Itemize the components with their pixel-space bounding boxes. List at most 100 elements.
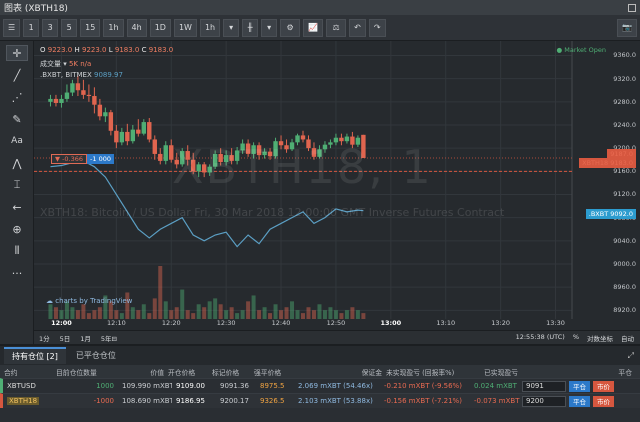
candle-body xyxy=(114,130,119,143)
header-value[interactable]: 价值 xyxy=(118,367,164,377)
interval-1-button[interactable]: 1 xyxy=(23,18,40,37)
candle-body xyxy=(59,98,64,103)
range-5y-button[interactable]: 5年⊟ xyxy=(96,333,122,343)
interval-1d-button[interactable]: 1D xyxy=(149,18,171,37)
header-liq[interactable]: 强平价格 xyxy=(250,367,302,377)
interval-3-button[interactable]: 3 xyxy=(42,18,59,37)
pattern-tool-icon[interactable]: ⋀ xyxy=(6,155,28,171)
limit-close-button[interactable]: 平仓 xyxy=(569,395,590,407)
margin-edit-link[interactable]: 2.103 mXBT (53.88x) xyxy=(294,397,380,405)
interval-15-button[interactable]: 15 xyxy=(80,18,101,37)
volume-bar xyxy=(86,313,91,319)
range-5d-button[interactable]: 5日 xyxy=(55,333,76,343)
candle-body xyxy=(53,98,59,103)
brush-tool-icon[interactable]: ✎ xyxy=(6,111,28,127)
expand-icon[interactable]: ⤢ xyxy=(628,351,634,361)
price-chart[interactable]: XBTH18, 1 XBTH18: Bitcoin / US Dollar Fr… xyxy=(34,41,640,344)
back-arrow-icon[interactable]: ← xyxy=(6,199,28,215)
table-row[interactable]: XBTUSD 1000 109.990 mXBT 9109.00 9091.36… xyxy=(0,378,640,393)
price-tick-label: 9280.0 xyxy=(613,97,636,106)
window-title: 图表 (XBTH18) xyxy=(4,4,68,14)
interval-1w-button[interactable]: 1W xyxy=(173,18,197,37)
tradingview-logo[interactable]: ☁ charts by TradingView xyxy=(46,297,132,305)
candle-body xyxy=(141,122,146,134)
range-1m-button[interactable]: 1月 xyxy=(75,333,96,343)
limit-close-button[interactable]: 平仓 xyxy=(569,380,590,392)
header-qty[interactable]: 目前仓位数量 xyxy=(52,367,118,377)
header-symbol[interactable]: 合约 xyxy=(0,367,52,377)
indicators-icon[interactable]: 📈 xyxy=(303,18,324,37)
position-pnl: ▼ -0.366 xyxy=(51,154,88,164)
time-tick-label: 12:40 xyxy=(271,319,291,327)
measure-tool-icon[interactable]: ⌶ xyxy=(6,177,28,193)
volume-bar xyxy=(70,307,75,319)
volume-bar xyxy=(48,304,53,319)
camera-icon[interactable]: 📷 xyxy=(617,18,637,37)
range-1d-button[interactable]: 1分 xyxy=(34,333,55,343)
volume-bar xyxy=(180,289,185,319)
close-price-input[interactable]: 9091 xyxy=(522,380,566,392)
tab-open-positions[interactable]: 持有仓位 [2] xyxy=(4,347,66,364)
header-close[interactable]: 平仓 xyxy=(530,367,640,377)
volume-bar xyxy=(163,301,168,319)
index-price-tag: .BXBT 9092.0 xyxy=(585,209,636,219)
more-tools-icon[interactable]: ··· xyxy=(6,265,28,281)
candlestick-type-icon[interactable]: ╫ xyxy=(242,18,259,37)
crosshair-tool-icon[interactable]: ✛ xyxy=(6,45,28,61)
trend-line-tool-icon[interactable]: ╱ xyxy=(6,67,28,83)
candle-body xyxy=(130,129,136,142)
volume-bar xyxy=(53,307,58,319)
redo-icon[interactable]: ↷ xyxy=(368,18,386,37)
volume-bar xyxy=(284,307,289,319)
price-tick-label: 9040.0 xyxy=(613,236,636,245)
compare-scale-icon[interactable]: ⚖ xyxy=(326,18,347,37)
interval-5-button[interactable]: 5 xyxy=(61,18,78,37)
volume-bar xyxy=(295,310,300,319)
header-entry[interactable]: 开仓价格 xyxy=(164,367,208,377)
time-tick-label: 13:00 xyxy=(380,319,402,327)
interval-1h-button[interactable]: 1h xyxy=(103,18,124,37)
header-realised[interactable]: 已实现盈亏 xyxy=(480,367,530,377)
undo-icon[interactable]: ↶ xyxy=(349,18,366,37)
candle-body xyxy=(75,83,81,91)
maximize-icon[interactable] xyxy=(628,3,636,12)
volume-legend[interactable]: 成交量 ▾ 5K n/a xyxy=(40,59,91,69)
interval-dropdown-button[interactable]: 1h xyxy=(199,18,221,37)
tab-closed-positions[interactable]: 已平仓仓位 xyxy=(68,347,124,364)
market-close-button[interactable]: 市价 xyxy=(593,395,614,407)
index-legend[interactable]: .BXBT, BITMEX 9089.97 xyxy=(40,71,123,79)
chart-type-chevron-icon[interactable]: ▾ xyxy=(261,18,278,37)
zoom-in-icon[interactable]: ⊕ xyxy=(6,221,28,237)
utc-clock: 12:55:38 (UTC) xyxy=(515,332,565,341)
crosshair-menu-button[interactable]: ☰ xyxy=(3,18,21,37)
interval-chevron-icon[interactable]: ▾ xyxy=(223,18,240,37)
margin-edit-link[interactable]: 2.069 mXBT (54.46x) xyxy=(294,382,380,390)
candle-body xyxy=(119,131,125,143)
position-line-badge[interactable]: ▼ -0.366 -1 000 xyxy=(51,154,114,164)
volume-bar xyxy=(262,307,267,319)
fibonacci-tool-icon[interactable]: ⋰ xyxy=(6,89,28,105)
price-tick-label: 8920.0 xyxy=(613,306,636,315)
text-tool-icon[interactable]: Aa xyxy=(6,133,28,149)
volume-bar xyxy=(196,304,201,319)
market-close-button[interactable]: 市价 xyxy=(593,380,614,392)
auto-scale-button[interactable]: 自动 xyxy=(621,333,634,343)
window-titlebar: 图表 (XBTH18) xyxy=(0,0,640,15)
candle-body xyxy=(92,96,97,105)
table-row[interactable]: XBTH18 -1000 108.690 mXBT 9186.95 9200.1… xyxy=(0,393,640,408)
price-tick-label: 8960.0 xyxy=(613,283,636,292)
price-tick-label: 9360.0 xyxy=(613,51,636,60)
header-mark[interactable]: 标记价格 xyxy=(208,367,250,377)
header-unrealised[interactable]: 未实现盈亏 (回报率%) xyxy=(382,367,480,377)
close-price-input[interactable]: 9200 xyxy=(522,395,566,407)
interval-4h-button[interactable]: 4h xyxy=(126,18,147,37)
percent-scale-button[interactable]: % xyxy=(573,333,579,343)
description-watermark: XBTH18: Bitcoin / US Dollar Fri, 30 Mar … xyxy=(40,206,505,219)
settings-gear-icon[interactable]: ⚙ xyxy=(280,18,301,37)
symbol-price-tag: XBTH18 9183.0 xyxy=(579,158,636,168)
volume-bar xyxy=(229,307,234,319)
header-margin[interactable]: 保证金 xyxy=(302,367,382,377)
magnet-icon[interactable]: ⫴ xyxy=(6,243,28,259)
log-scale-button[interactable]: 对数坐标 xyxy=(587,333,613,343)
time-tick-label: 12:30 xyxy=(216,319,236,327)
